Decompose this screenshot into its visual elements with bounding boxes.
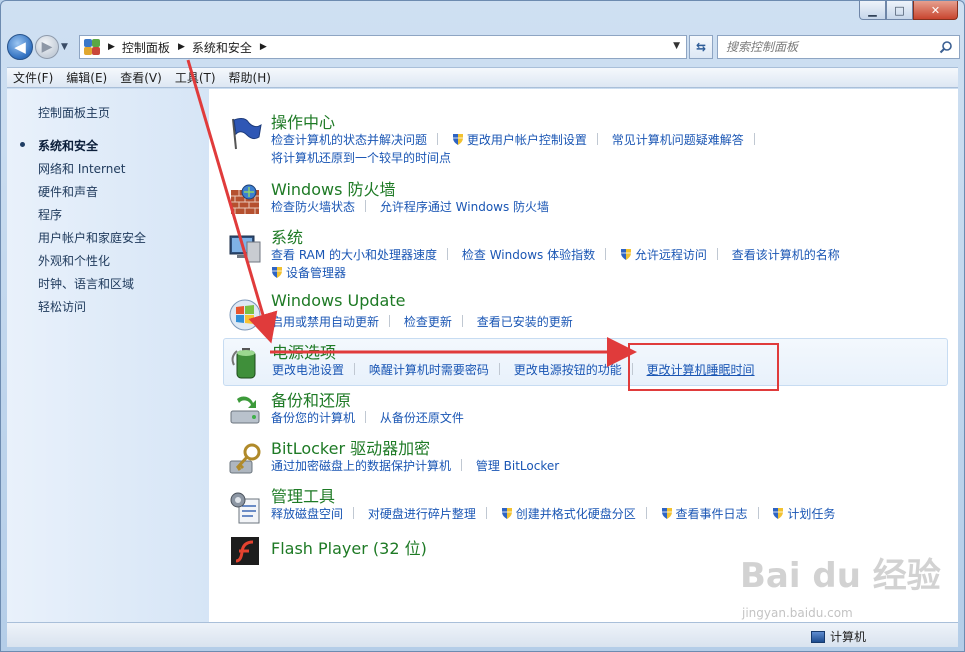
annotation-arrow-down — [186, 59, 278, 344]
annotation-highlight-box — [628, 343, 779, 391]
baidu-watermark-url: jingyan.baidu.com — [742, 606, 853, 620]
baidu-watermark: Bai du 经验 — [740, 556, 941, 596]
